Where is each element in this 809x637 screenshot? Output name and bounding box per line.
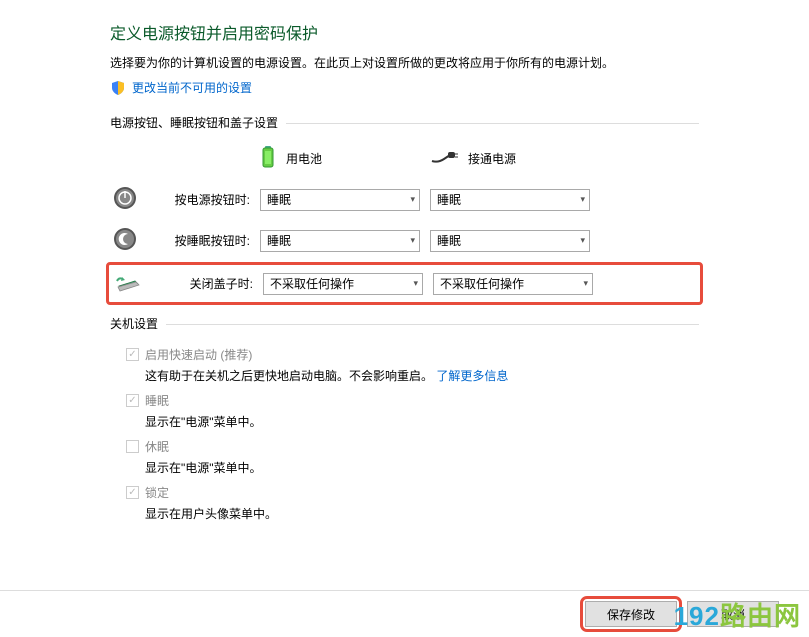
change-unavailable-settings-link[interactable]: 更改当前不可用的设置: [132, 79, 252, 96]
lid-plugged-select[interactable]: 不采取任何操作▾: [433, 273, 593, 295]
sleep-button-label: 按睡眠按钮时:: [140, 232, 260, 249]
fast-startup-label: 启用快速启动 (推荐): [145, 346, 252, 363]
chevron-down-icon: ▾: [410, 194, 415, 205]
group-header-buttons: 电源按钮、睡眠按钮和盖子设置: [110, 114, 699, 131]
sleep-checkbox[interactable]: ✓: [126, 394, 139, 407]
plugged-column-label: 接通电源: [468, 150, 516, 167]
fast-startup-desc: 这有助于在关机之后更快地启动电脑。不会影响重启。 了解更多信息: [145, 367, 699, 384]
page-title: 定义电源按钮并启用密码保护: [110, 20, 699, 44]
battery-icon: [260, 145, 276, 172]
sleep-button-plugged-select[interactable]: 睡眠▾: [430, 230, 590, 252]
lid-battery-select[interactable]: 不采取任何操作▾: [263, 273, 423, 295]
cancel-button[interactable]: 取消: [687, 601, 779, 627]
shield-icon: [110, 80, 126, 96]
lid-row-highlight: 关闭盖子时: 不采取任何操作▾ 不采取任何操作▾: [106, 262, 703, 305]
power-icon: [113, 186, 137, 213]
lid-row: 关闭盖子时: 不采取任何操作▾ 不采取任何操作▾: [113, 271, 696, 296]
power-button-row: 按电源按钮时: 睡眠▾ 睡眠▾: [110, 186, 699, 213]
plug-icon: [430, 149, 458, 168]
laptop-lid-icon: [115, 271, 141, 296]
group-header-shutdown: 关机设置: [110, 315, 699, 332]
moon-icon: [113, 227, 137, 254]
lid-label: 关闭盖子时:: [143, 275, 263, 292]
sleep-button-row: 按睡眠按钮时: 睡眠▾ 睡眠▾: [110, 227, 699, 254]
lock-checkbox[interactable]: ✓: [126, 486, 139, 499]
hibernate-checkbox[interactable]: [126, 440, 139, 453]
chevron-down-icon: ▾: [580, 235, 585, 246]
learn-more-link[interactable]: 了解更多信息: [436, 369, 508, 383]
sleep-option-label: 睡眠: [145, 392, 169, 409]
fast-startup-checkbox[interactable]: ✓: [126, 348, 139, 361]
hibernate-option-desc: 显示在"电源"菜单中。: [145, 459, 699, 476]
chevron-down-icon: ▾: [580, 194, 585, 205]
chevron-down-icon: ▾: [413, 278, 418, 289]
hibernate-option-label: 休眠: [145, 438, 169, 455]
sleep-button-battery-select[interactable]: 睡眠▾: [260, 230, 420, 252]
power-button-label: 按电源按钮时:: [140, 191, 260, 208]
lock-option-desc: 显示在用户头像菜单中。: [145, 505, 699, 522]
power-button-battery-select[interactable]: 睡眠▾: [260, 189, 420, 211]
sleep-option-desc: 显示在"电源"菜单中。: [145, 413, 699, 430]
footer-bar: 保存修改 取消: [0, 590, 809, 627]
lock-option-label: 锁定: [145, 484, 169, 501]
save-button[interactable]: 保存修改: [585, 601, 677, 627]
chevron-down-icon: ▾: [410, 235, 415, 246]
battery-column-label: 用电池: [286, 150, 322, 167]
power-button-plugged-select[interactable]: 睡眠▾: [430, 189, 590, 211]
page-description: 选择要为你的计算机设置的电源设置。在此页上对设置所做的更改将应用于你所有的电源计…: [110, 54, 699, 71]
chevron-down-icon: ▾: [583, 278, 588, 289]
save-button-highlight: 保存修改: [585, 601, 677, 627]
